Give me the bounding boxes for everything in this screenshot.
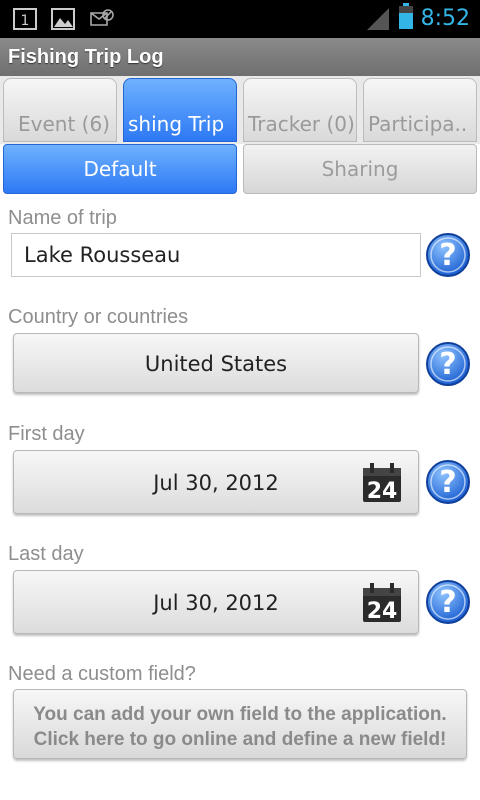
subtab-sharing[interactable]: Sharing: [243, 144, 477, 194]
svg-text:?: ?: [439, 585, 456, 620]
country-select-button[interactable]: United States: [13, 333, 419, 393]
svg-text:24: 24: [367, 599, 398, 623]
first-day-date-button[interactable]: Jul 30, 2012 24: [13, 450, 419, 514]
calendar-icon: 24: [362, 463, 402, 504]
tab-tracker[interactable]: Tracker (0): [243, 78, 357, 142]
svg-text:1: 1: [21, 13, 30, 29]
image-icon: [50, 7, 76, 31]
tab-bar: Event (6) shing Trip Tracker (0) Partici…: [0, 76, 480, 144]
tab-event[interactable]: Event (6): [3, 78, 117, 142]
svg-text:?: ?: [439, 347, 456, 382]
help-icon[interactable]: ?: [425, 579, 471, 625]
svg-text:?: ?: [439, 238, 456, 273]
last-day-date-button[interactable]: Jul 30, 2012 24: [13, 570, 419, 634]
last-day-label: Last day: [8, 543, 84, 565]
custom-field-line-2: Click here to go online and define a new…: [33, 729, 447, 750]
battery-icon: [398, 3, 413, 33]
calendar-icon: 24: [362, 583, 402, 624]
svg-text:24: 24: [367, 479, 398, 503]
subtab-default[interactable]: Default: [3, 144, 237, 194]
signal-icon: [365, 6, 391, 30]
custom-field-label: Need a custom field?: [8, 663, 196, 685]
no-sim-icon: [88, 7, 114, 31]
notification-1-icon: 1: [12, 7, 38, 31]
first-day-label: First day: [8, 423, 85, 445]
help-icon[interactable]: ?: [425, 459, 471, 505]
help-icon[interactable]: ?: [425, 232, 471, 278]
status-bar: 1 8:52: [0, 0, 480, 38]
help-icon[interactable]: ?: [425, 341, 471, 387]
clock: 8:52: [420, 5, 470, 31]
app-title: Fishing Trip Log: [8, 46, 164, 68]
tab-participants[interactable]: Participa..: [363, 78, 477, 142]
title-bar: Fishing Trip Log: [0, 38, 480, 76]
name-of-trip-label: Name of trip: [8, 207, 117, 229]
country-label: Country or countries: [8, 306, 189, 328]
define-custom-field-button[interactable]: You can add your own field to the applic…: [13, 689, 467, 759]
svg-text:?: ?: [439, 465, 456, 500]
tab-fishing-trip[interactable]: shing Trip: [123, 78, 237, 142]
name-of-trip-input[interactable]: Lake Rousseau: [11, 233, 421, 277]
custom-field-line-1: You can add your own field to the applic…: [33, 704, 447, 725]
